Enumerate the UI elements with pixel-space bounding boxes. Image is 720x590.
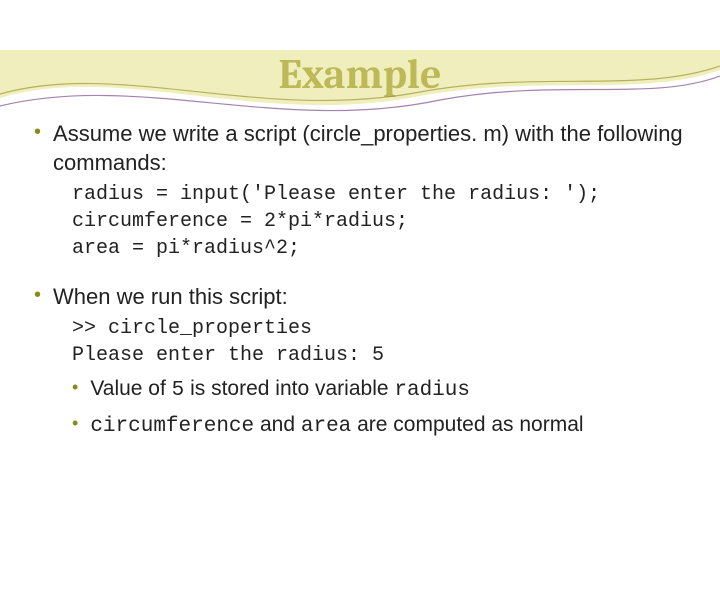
mono-span: 5 [172, 379, 185, 402]
bullet-text: When we run this script: [53, 282, 686, 311]
sub-bullet-text: Value of 5 is stored into variable radiu… [90, 375, 686, 405]
text-span: Value of [90, 377, 171, 400]
bullet-dot-icon: • [72, 375, 78, 399]
sub-bullet-1: • Value of 5 is stored into variable rad… [72, 375, 686, 405]
mono-span: circumference [90, 415, 254, 438]
bullet-dot-icon: • [34, 282, 41, 309]
bullet-text: Assume we write a script (circle_propert… [53, 119, 686, 177]
mono-span: radius [394, 379, 470, 402]
bullet-1: • Assume we write a script (circle_prope… [34, 119, 686, 177]
code-block-2: >> circle_properties Please enter the ra… [72, 315, 686, 369]
code-block-1: radius = input('Please enter the radius:… [72, 181, 686, 262]
text-span: and [254, 413, 301, 436]
bullet-2: • When we run this script: [34, 282, 686, 311]
mono-span: area [301, 415, 351, 438]
text-span: is stored into variable [184, 377, 394, 400]
sub-bullet-text: circumference and area are computed as n… [90, 411, 686, 441]
sub-bullet-2: • circumference and area are computed as… [72, 411, 686, 441]
text-span: are computed as normal [351, 413, 583, 436]
bullet-dot-icon: • [72, 411, 78, 435]
slide-title: Example [0, 50, 720, 99]
bullet-dot-icon: • [34, 119, 41, 146]
slide-content: • Assume we write a script (circle_prope… [0, 99, 720, 441]
sub-bullets: • Value of 5 is stored into variable rad… [72, 375, 686, 440]
